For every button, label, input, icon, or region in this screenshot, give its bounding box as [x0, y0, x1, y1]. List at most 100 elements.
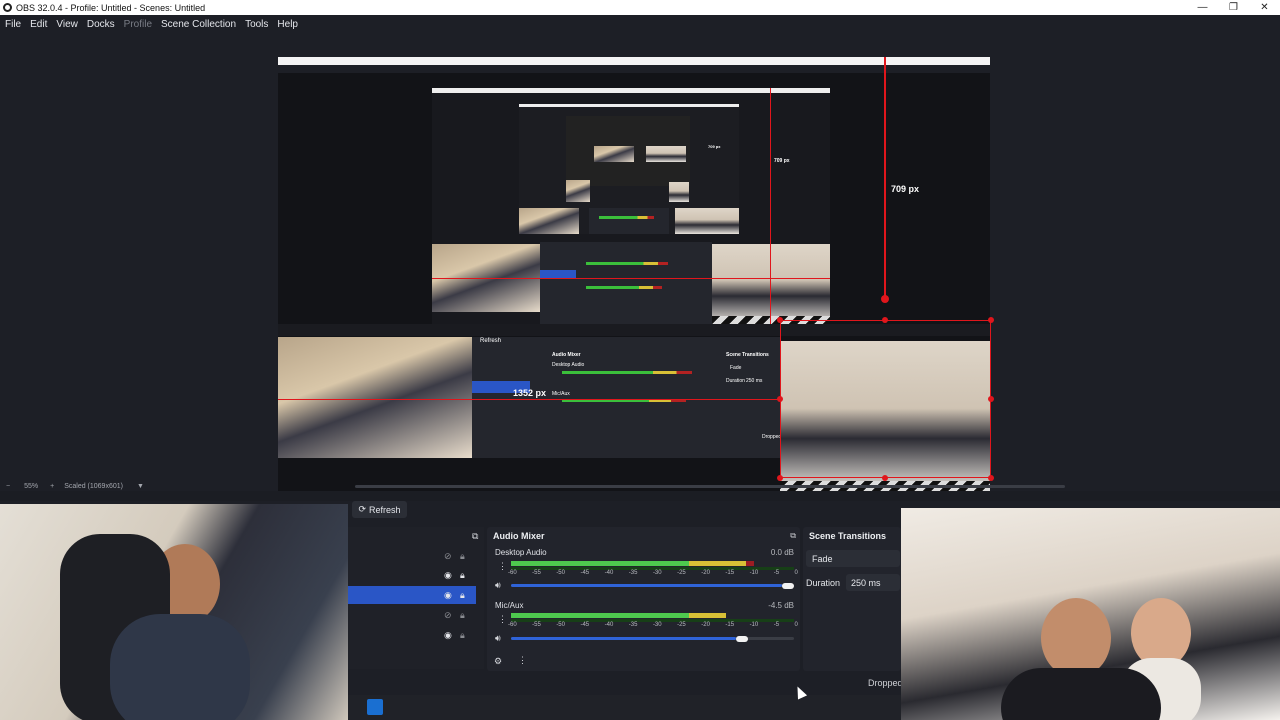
- selection-box[interactable]: [780, 320, 991, 478]
- taskbar: [348, 695, 901, 720]
- lock-icon[interactable]: 🔒︎: [460, 570, 470, 580]
- scale-label[interactable]: Scaled (1069x601): [64, 483, 123, 490]
- menu-file[interactable]: File: [5, 19, 21, 30]
- meter-yellow-segment: [689, 561, 746, 566]
- speaker-icon[interactable]: 🔊︎: [495, 633, 501, 644]
- dropped-frames: Dropped: [868, 678, 903, 688]
- duration-input[interactable]: 250 ms: [846, 574, 900, 591]
- menu-profile[interactable]: Profile: [124, 19, 152, 30]
- source-row-selected[interactable]: ◉ 🔒︎: [348, 586, 476, 604]
- nested-cam-thumb: [712, 244, 830, 324]
- meter-tick-label: -45: [580, 570, 590, 576]
- preview-area[interactable]: 709 px 709 px Refresh Audio Mixer Scene …: [0, 33, 1280, 491]
- channel-menu-icon[interactable]: ⋮: [498, 561, 507, 572]
- zoom-in-icon[interactable]: +: [50, 483, 54, 490]
- source-row[interactable]: ⊘ 🔒︎: [348, 606, 476, 624]
- source-row[interactable]: ◉ 🔒︎: [348, 566, 476, 584]
- lock-icon[interactable]: 🔒︎: [460, 590, 470, 600]
- person-body: [1001, 668, 1161, 720]
- dock-strip: [0, 491, 1280, 501]
- meter-yellow-segment: [689, 613, 727, 618]
- title-bar: OBS 32.0.4 - Profile: Untitled - Scenes:…: [0, 0, 1280, 15]
- menu-help[interactable]: Help: [277, 19, 298, 30]
- duration-label: Duration: [806, 578, 841, 588]
- eye-icon[interactable]: ◉: [444, 590, 454, 600]
- resize-handle[interactable]: [988, 396, 994, 402]
- sources-panel: ⧉ ⊘ 🔒︎ ◉ 🔒︎ ◉ 🔒︎ ⊘ 🔒︎ ◉ 🔒︎: [348, 527, 484, 669]
- measure-label-horizontal: 1352 px: [513, 388, 547, 398]
- refresh-button[interactable]: ⟳ Refresh: [352, 501, 407, 518]
- status-bar: [348, 676, 901, 691]
- audio-mixer-title: Audio Mixer: [493, 531, 545, 541]
- duration-value: 250 ms: [851, 577, 881, 588]
- maximize-icon[interactable]: ❐: [1218, 0, 1249, 15]
- scale-dropdown-icon[interactable]: ▼: [137, 483, 144, 490]
- lock-icon[interactable]: 🔒︎: [460, 551, 470, 561]
- eye-hidden-icon[interactable]: ⊘: [444, 551, 454, 561]
- preview-scrollbar[interactable]: [355, 485, 1065, 488]
- volume-slider-handle[interactable]: [782, 583, 794, 589]
- measure-line-vertical: [884, 57, 886, 301]
- resize-handle[interactable]: [988, 317, 994, 323]
- refresh-label: Refresh: [369, 504, 401, 515]
- minimize-icon[interactable]: —: [1187, 0, 1218, 15]
- transition-select[interactable]: Fade: [806, 550, 900, 567]
- meter-tick-label: -50: [556, 570, 565, 576]
- nested-desktop-audio: Desktop Audio: [552, 362, 585, 368]
- speaker-icon[interactable]: 🔊︎: [495, 580, 501, 591]
- nested-cam-thumb: [669, 182, 689, 202]
- transition-value: Fade: [812, 553, 833, 564]
- eye-hidden-icon[interactable]: ⊘: [444, 610, 454, 620]
- nested-capture-4: [566, 116, 690, 186]
- menu-scene-collection[interactable]: Scene Collection: [161, 19, 236, 30]
- float-icon[interactable]: ⧉: [790, 531, 796, 541]
- meter-tick-label: -15: [725, 622, 735, 628]
- nested-guide-line: [432, 278, 830, 279]
- meter-green-segment: [511, 613, 690, 618]
- photos-app-icon[interactable]: [367, 699, 383, 715]
- float-icon[interactable]: ⧉: [472, 531, 478, 542]
- meter-tick-label: -5: [773, 622, 780, 628]
- mixer-settings-icon[interactable]: ⚙: [494, 656, 502, 667]
- resize-handle[interactable]: [777, 317, 783, 323]
- meter-ticks: -60 -55 -50 -45 -40 -35 -30 -25 -20 -15 -10 -5 0: [508, 570, 798, 576]
- menu-tools[interactable]: Tools: [245, 19, 268, 30]
- eye-icon[interactable]: ◉: [444, 570, 454, 580]
- lock-icon[interactable]: 🔒︎: [460, 610, 470, 620]
- resize-handle[interactable]: [777, 396, 783, 402]
- source-row[interactable]: ⊘ 🔒︎: [348, 547, 476, 565]
- nested-meter: [586, 262, 668, 265]
- nested-mic-aux: Mic/Aux: [552, 391, 570, 397]
- meter-tick-label: -20: [701, 622, 710, 628]
- mixer-menu-icon[interactable]: ⋮: [518, 655, 527, 666]
- meter-tick-label: -10: [749, 570, 759, 576]
- obs-logo-icon: [3, 3, 12, 12]
- nested-refresh-label: Refresh: [480, 338, 502, 344]
- window-title: OBS 32.0.4 - Profile: Untitled - Scenes:…: [16, 2, 206, 13]
- eye-icon[interactable]: ◉: [444, 630, 454, 640]
- meter-tick-label: -35: [628, 570, 638, 576]
- channel-db: -4.5 dB: [768, 601, 794, 610]
- obs-window: OBS 32.0.4 - Profile: Untitled - Scenes:…: [0, 0, 1280, 720]
- volume-slider-handle[interactable]: [735, 636, 748, 642]
- nested-cam-left: [278, 337, 472, 458]
- meter-tick-label: -15: [725, 570, 735, 576]
- meter-tick-label: 0: [794, 622, 798, 628]
- channel-name: Desktop Audio: [495, 548, 547, 557]
- meter-tick-label: -25: [677, 622, 686, 628]
- menu-edit[interactable]: Edit: [30, 19, 47, 30]
- scene-transitions-panel: Scene Transitions: [803, 527, 901, 671]
- lock-icon[interactable]: 🔒︎: [460, 630, 470, 640]
- volume-fill: [511, 584, 782, 587]
- zoom-out-icon[interactable]: −: [6, 483, 10, 490]
- source-row[interactable]: ◉ 🔒︎: [348, 626, 476, 644]
- menu-view[interactable]: View: [56, 19, 78, 30]
- channel-menu-icon[interactable]: ⋮: [498, 614, 507, 625]
- resize-handle[interactable]: [882, 317, 888, 323]
- menu-docks[interactable]: Docks: [87, 19, 115, 30]
- audio-meter: [511, 613, 794, 618]
- nested-cam-thumb: [594, 146, 634, 162]
- nested-title-bar-3: [519, 104, 739, 107]
- close-icon[interactable]: ✕: [1249, 0, 1280, 15]
- nested-selected-row: [540, 270, 576, 278]
